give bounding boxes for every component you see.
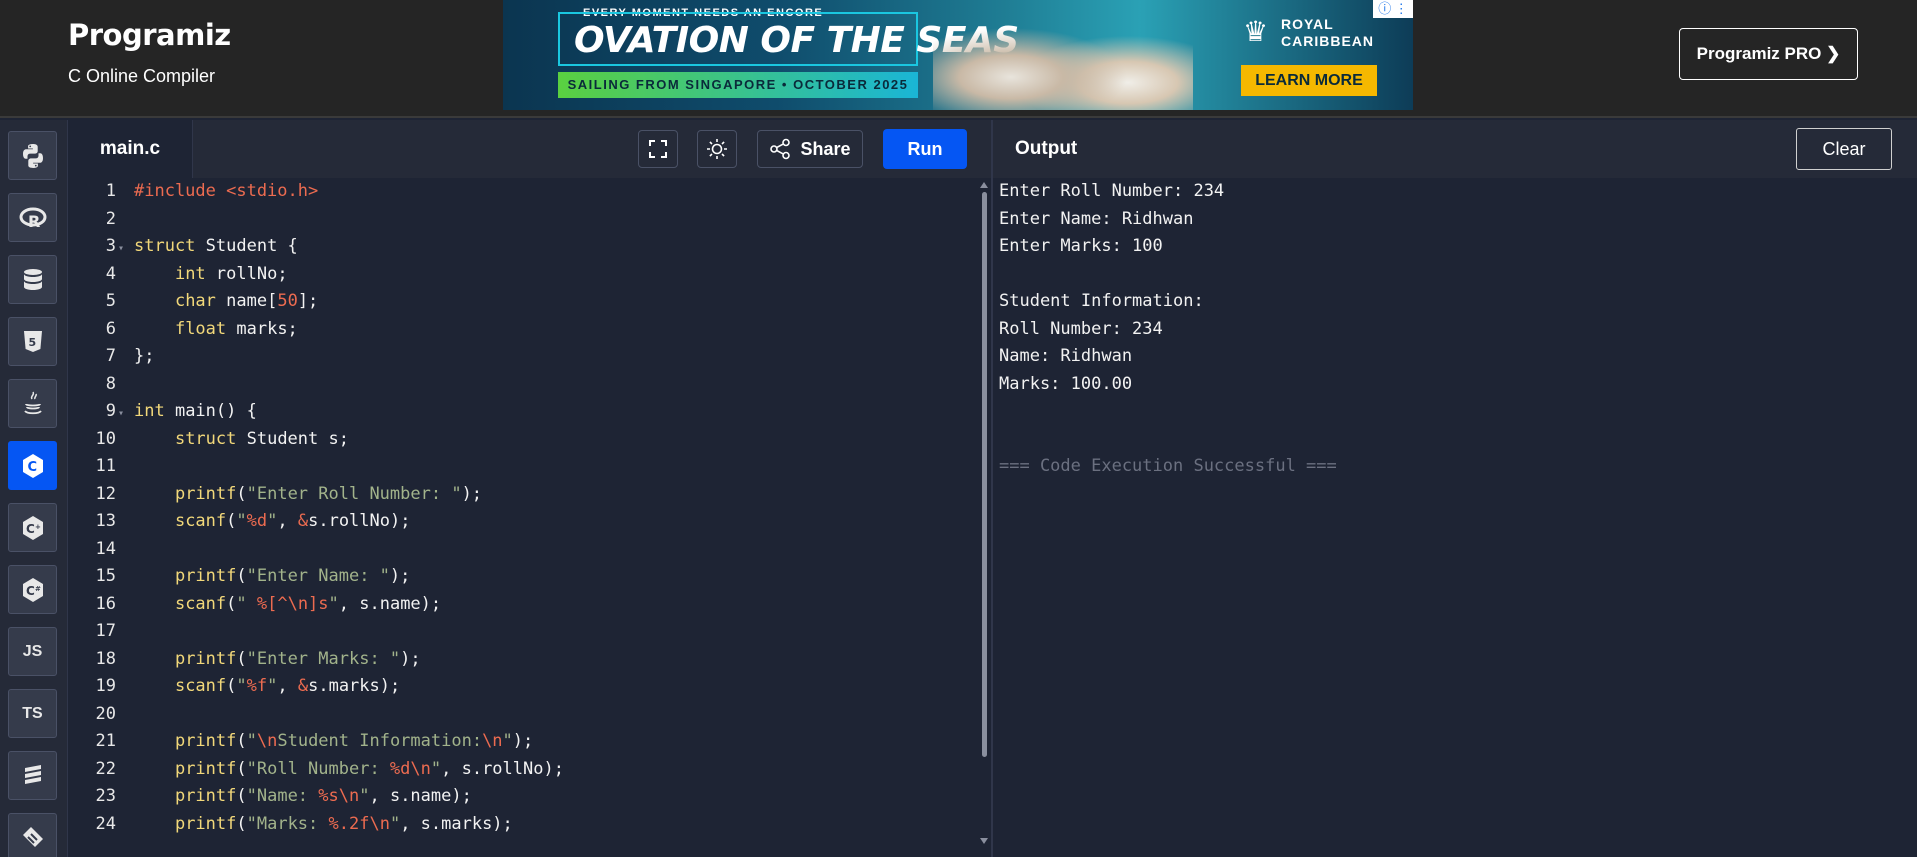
csharp-logo-icon: C # bbox=[22, 577, 43, 602]
crown-icon: ♛ bbox=[1243, 16, 1269, 47]
clear-button[interactable]: Clear bbox=[1796, 128, 1892, 170]
code-line: 21 printf("\nStudent Information:\n"); bbox=[95, 731, 534, 751]
output-toolbar: Output Clear bbox=[993, 120, 1917, 178]
code-line: 6 float marks; bbox=[105, 318, 298, 339]
output-title: Output bbox=[1015, 138, 1078, 159]
fold-arrow-icon: ▾ bbox=[118, 408, 125, 419]
go-language-icon[interactable] bbox=[8, 813, 57, 857]
output-line: Student Information: bbox=[999, 291, 1204, 311]
code-line: 2 bbox=[105, 208, 116, 229]
python-icon[interactable] bbox=[8, 131, 57, 180]
javascript-icon[interactable]: JS bbox=[8, 627, 57, 676]
output-line: Enter Roll Number: 234 bbox=[999, 181, 1225, 201]
code-line: 5 char name[50]; bbox=[105, 291, 319, 311]
ad-sailing-info: SAILING FROM SINGAPORE • OCTOBER 2025 bbox=[558, 72, 918, 98]
code-line: 11 bbox=[95, 456, 116, 476]
editor-toolbar: main.c Share Run bbox=[68, 120, 991, 178]
output-line: Marks: 100.00 bbox=[999, 373, 1133, 394]
share-icon bbox=[770, 138, 791, 160]
svg-text:C: C bbox=[27, 460, 37, 475]
typescript-icon[interactable]: TS bbox=[8, 689, 57, 738]
csharp-language-icon[interactable]: C # bbox=[8, 565, 57, 614]
swift-icon[interactable] bbox=[8, 751, 57, 800]
stack-layers-icon bbox=[24, 764, 41, 784]
c-language-icon[interactable]: C bbox=[8, 441, 57, 490]
code-line: 15 printf("Enter Name: "); bbox=[95, 566, 411, 586]
language-sidebar: R 5 C C + C # JS TS bbox=[0, 120, 68, 857]
ad-image bbox=[933, 0, 1193, 110]
code-line: 3 ▾ struct Student { bbox=[68, 233, 978, 261]
programiz-pro-button[interactable]: Programiz PRO ❯ bbox=[1679, 28, 1858, 80]
cpp-language-icon[interactable]: C + bbox=[8, 503, 57, 552]
code-line: 1 #include <stdio.h> bbox=[105, 181, 319, 201]
code-line: 24 printf("Marks: %.2f\n", s.marks); bbox=[95, 813, 513, 834]
programiz-logo[interactable]: Programiz bbox=[68, 18, 231, 52]
code-line: 7}; bbox=[105, 346, 155, 366]
java-icon[interactable] bbox=[8, 379, 57, 428]
r-logo-icon: R bbox=[19, 207, 46, 231]
code-line: 19 scanf("%f", &s.marks); bbox=[95, 676, 401, 696]
ad-learn-more-button[interactable]: LEARN MORE bbox=[1241, 65, 1377, 96]
html5-logo-icon: 5 bbox=[23, 330, 42, 352]
tab-main-c[interactable]: main.c bbox=[68, 120, 193, 178]
code-line: 23 printf("Name: %s\n", s.name); bbox=[95, 786, 472, 806]
output-console[interactable]: Enter Roll Number: 234 Enter Name: Ridhw… bbox=[993, 178, 1917, 857]
output-line: Enter Name: Ridhwan bbox=[999, 208, 1194, 229]
execution-status: === Code Execution Successful === bbox=[999, 456, 1337, 476]
svg-text:C: C bbox=[26, 584, 35, 598]
html5-icon[interactable]: 5 bbox=[8, 317, 57, 366]
output-line: Name: Ridhwan bbox=[999, 346, 1133, 366]
cpp-logo-icon: C + bbox=[22, 515, 43, 540]
code-line: 17 bbox=[95, 621, 116, 641]
fullscreen-button[interactable] bbox=[638, 130, 678, 168]
code-line: 4 int rollNo; bbox=[105, 263, 288, 284]
top-header: Programiz C Online Compiler EVERY MOMENT… bbox=[0, 0, 1917, 118]
svg-text:R: R bbox=[28, 212, 40, 231]
svg-text:#: # bbox=[35, 585, 41, 593]
code-line: 14 bbox=[95, 538, 116, 559]
sun-icon bbox=[707, 139, 727, 159]
ad-brand: ROYAL CARIBBEAN bbox=[1281, 16, 1374, 49]
svg-text:+: + bbox=[35, 523, 41, 531]
c-logo-icon: C bbox=[22, 453, 43, 478]
theme-toggle-button[interactable] bbox=[697, 130, 737, 168]
output-line: Enter Marks: 100 bbox=[999, 236, 1163, 256]
code-editor[interactable]: 1 #include <stdio.h> 2 3 ▾ struct Student {… bbox=[68, 178, 991, 857]
editor-scrollbar[interactable] bbox=[980, 182, 988, 847]
scroll-down-arrow-icon[interactable] bbox=[980, 838, 988, 844]
code-line: 9 ▾ int main() { bbox=[68, 398, 978, 426]
java-cup-icon bbox=[23, 391, 42, 414]
code-line: 12 printf("Enter Roll Number: "); bbox=[95, 483, 483, 504]
svg-text:C: C bbox=[26, 522, 35, 536]
scroll-up-arrow-icon[interactable] bbox=[980, 182, 988, 188]
code-line: 13 scanf("%d", &s.rollNo); bbox=[95, 511, 411, 531]
code-line: 22 printf("Roll Number: %d\n", s.rollNo)… bbox=[95, 758, 564, 779]
fold-arrow-icon: ▾ bbox=[118, 243, 125, 254]
advertisement-banner[interactable]: EVERY MOMENT NEEDS AN ENCORE OVATION OF … bbox=[503, 0, 1413, 110]
code-line: 8 bbox=[105, 373, 116, 394]
page-subtitle: C Online Compiler bbox=[68, 66, 216, 86]
go-logo-icon bbox=[22, 826, 43, 847]
python-logo-icon bbox=[22, 143, 43, 168]
code-line: 20 bbox=[95, 703, 116, 724]
r-language-icon[interactable]: R bbox=[8, 193, 57, 242]
ad-title-box: OVATION OF THE SEAS bbox=[558, 12, 1019, 66]
share-button[interactable]: Share bbox=[757, 130, 863, 168]
run-button[interactable]: Run bbox=[883, 129, 967, 169]
fullscreen-icon bbox=[649, 140, 667, 158]
code-line: 18 printf("Enter Marks: "); bbox=[95, 648, 421, 669]
code-line: 16 scanf(" %[^\n]s", s.name); bbox=[95, 593, 442, 614]
sql-database-icon[interactable] bbox=[8, 255, 57, 304]
output-line: Roll Number: 234 bbox=[999, 318, 1163, 339]
code-line: 10 struct Student s; bbox=[95, 428, 349, 449]
share-label: Share bbox=[800, 138, 851, 159]
database-icon bbox=[23, 268, 42, 290]
scrollbar-thumb[interactable] bbox=[982, 192, 987, 757]
svg-text:5: 5 bbox=[28, 336, 36, 349]
ad-info-icon[interactable]: ⓘ ⋮ bbox=[1373, 0, 1413, 18]
